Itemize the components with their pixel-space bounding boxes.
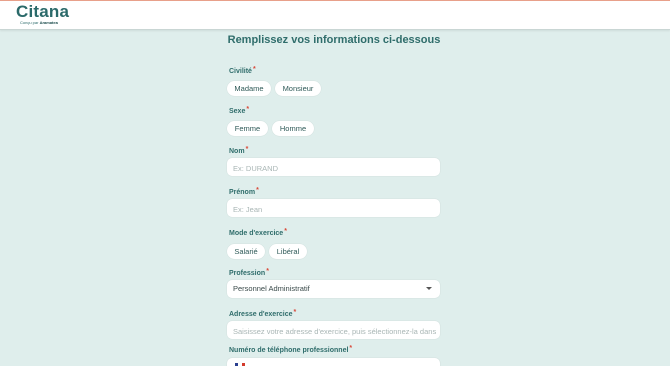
nom-input[interactable] xyxy=(227,159,440,178)
telephone-field[interactable] xyxy=(227,358,440,366)
profession-label-text: Profession xyxy=(229,270,266,277)
prenom-input[interactable] xyxy=(227,200,440,219)
logo-tagline-brand: Aramatea xyxy=(39,20,58,25)
prenom-label-text: Prénom xyxy=(229,189,256,196)
prenom-label: Prénom* xyxy=(229,187,259,196)
telephone-label: Numéro de téléphone professionnel* xyxy=(229,345,353,354)
adresse-label: Adresse d'exercice* xyxy=(229,309,297,318)
top-bar: Citana Conçu par Aramatea xyxy=(0,0,670,30)
telephone-label-text: Numéro de téléphone professionnel xyxy=(229,347,349,354)
adresse-label-text: Adresse d'exercice xyxy=(229,311,293,318)
adresse-input[interactable] xyxy=(227,322,440,341)
profession-label: Profession* xyxy=(229,268,269,277)
logo-word: Citana xyxy=(16,2,70,21)
required-mark: * xyxy=(252,66,256,73)
prenom-field xyxy=(227,199,440,219)
required-mark: * xyxy=(246,106,250,113)
required-mark: * xyxy=(293,309,297,316)
logo-tagline-prefix: Conçu par xyxy=(20,20,39,25)
mode-exercice-label-text: Mode d'exercice xyxy=(229,230,284,237)
required-mark: * xyxy=(284,228,287,235)
nom-label: Nom* xyxy=(229,146,249,155)
required-mark: * xyxy=(245,146,249,153)
sexe-label-text: Sexe xyxy=(229,108,246,115)
sexe-option-homme[interactable]: Homme xyxy=(272,121,314,136)
required-mark: * xyxy=(349,345,353,352)
sexe-option-femme[interactable]: Femme xyxy=(227,121,268,136)
profession-selected-value: Personnel Administratif xyxy=(233,284,310,293)
required-mark: * xyxy=(256,187,259,194)
required-mark: * xyxy=(266,268,269,275)
profession-select[interactable]: Personnel Administratif xyxy=(227,280,440,298)
citana-logo[interactable]: Citana Conçu par Aramatea xyxy=(16,2,70,26)
sexe-label: Sexe* xyxy=(229,106,250,115)
mode-exercice-option-liberal[interactable]: Libéral xyxy=(269,244,307,259)
civilite-option-madame[interactable]: Madame xyxy=(227,81,271,96)
civilite-label-text: Civilité xyxy=(229,68,252,75)
mode-exercice-label: Mode d'exercice* xyxy=(229,228,287,237)
nom-label-text: Nom xyxy=(229,148,245,155)
civilite-option-monsieur[interactable]: Monsieur xyxy=(275,81,321,96)
page-title: Remplissez vos informations ci-dessous xyxy=(227,34,441,46)
nom-field xyxy=(227,158,440,178)
mode-exercice-option-salarie[interactable]: Salarié xyxy=(227,244,265,259)
civilite-label: Civilité* xyxy=(229,66,256,75)
adresse-field xyxy=(227,321,440,341)
chevron-down-icon xyxy=(426,287,432,290)
